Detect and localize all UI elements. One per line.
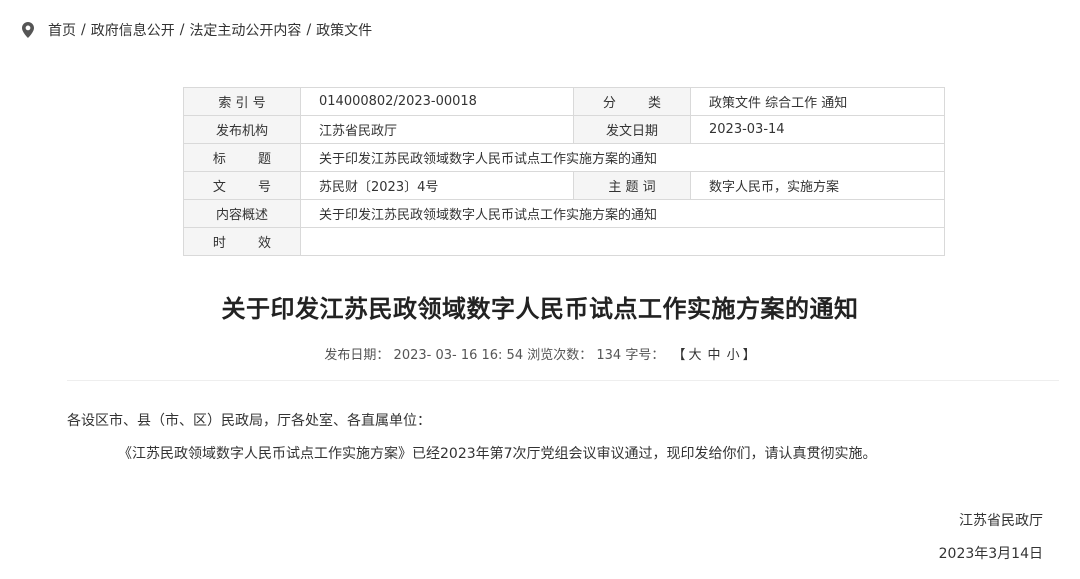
keywords-value: 数字人民币，实施方案 xyxy=(690,171,945,200)
publisher-label: 发布机构 xyxy=(183,115,301,144)
keywords-label: 主 题 词 xyxy=(573,171,691,200)
index-value: 014000802/2023-00018 xyxy=(300,87,574,116)
breadcrumb-public-content-link[interactable]: 法定主动公开内容 xyxy=(189,20,301,40)
font-size-label: 字号： xyxy=(625,348,665,363)
font-size-controls: 【大中小】 xyxy=(673,348,756,363)
publisher-value: 江苏省民政厅 xyxy=(300,115,574,144)
document-meta-table: 索 引 号 014000802/2023-00018 分 类 政策文件 综合工作… xyxy=(183,87,945,256)
validity-label: 时 效 xyxy=(183,227,301,256)
table-row: 文 号 苏民财〔2023〕4号 主 题 词 数字人民币，实施方案 xyxy=(183,171,945,200)
views-label: 浏览次数： xyxy=(527,348,593,363)
breadcrumb-separator: / xyxy=(306,22,312,38)
doc-number-label: 文 号 xyxy=(183,171,301,200)
breadcrumb-gov-info-link[interactable]: 政府信息公开 xyxy=(91,20,175,40)
font-size-small-button[interactable]: 小 xyxy=(727,348,740,363)
issue-date-label: 发文日期 xyxy=(573,115,691,144)
signature-org: 江苏省民政厅 xyxy=(959,513,1043,529)
title-value: 关于印发江苏民政领域数字人民币试点工作实施方案的通知 xyxy=(300,143,945,172)
breadcrumb: 首页 / 政府信息公开 / 法定主动公开内容 / 政策文件 xyxy=(22,19,372,41)
table-row: 标 题 关于印发江苏民政领域数字人民币试点工作实施方案的通知 xyxy=(183,143,945,172)
table-row: 时 效 xyxy=(183,227,945,256)
title-label: 标 题 xyxy=(183,143,301,172)
signature-date: 2023年3月14日 xyxy=(938,546,1043,562)
table-row: 内容概述 关于印发江苏民政领域数字人民币试点工作实施方案的通知 xyxy=(183,199,945,228)
doc-number-value: 苏民财〔2023〕4号 xyxy=(300,171,574,200)
category-value: 政策文件 综合工作 通知 xyxy=(690,87,945,116)
font-size-bracket-close: 】 xyxy=(742,348,756,363)
location-pin-icon xyxy=(22,22,34,38)
font-size-large-button[interactable]: 大 xyxy=(689,348,702,363)
article-body: 《江苏民政领域数字人民币试点工作实施方案》已经2023年第7次厅党组会议审议通过… xyxy=(118,446,877,462)
font-size-medium-button[interactable]: 中 xyxy=(708,348,721,363)
index-label: 索 引 号 xyxy=(183,87,301,116)
views-count: 134 xyxy=(596,348,622,363)
salutation: 各设区市、县（市、区）民政局，厅各处室、各直属单位： xyxy=(67,413,431,429)
breadcrumb-home-link[interactable]: 首页 xyxy=(48,20,76,40)
article-title: 关于印发江苏民政领域数字人民币试点工作实施方案的通知 xyxy=(221,295,859,323)
summary-label: 内容概述 xyxy=(183,199,301,228)
breadcrumb-separator: / xyxy=(81,22,86,38)
table-row: 发布机构 江苏省民政厅 发文日期 2023-03-14 xyxy=(183,115,945,144)
article-info: 发布日期： 2023- 03- 16 16: 54 浏览次数： 134 字号： … xyxy=(0,344,1080,363)
table-row: 索 引 号 014000802/2023-00018 分 类 政策文件 综合工作… xyxy=(183,87,945,116)
breadcrumb-separator: / xyxy=(179,22,185,38)
summary-value: 关于印发江苏民政领域数字人民币试点工作实施方案的通知 xyxy=(300,199,945,228)
publish-date-label: 发布日期： xyxy=(324,348,390,363)
category-label: 分 类 xyxy=(573,87,691,116)
issue-date-value: 2023-03-14 xyxy=(690,115,945,144)
font-size-bracket-open: 【 xyxy=(672,348,686,363)
breadcrumb-policy-docs-link[interactable]: 政策文件 xyxy=(316,20,372,40)
validity-value xyxy=(300,227,945,256)
publish-date-value: 2023- 03- 16 16: 54 xyxy=(393,348,524,363)
divider xyxy=(67,380,1059,381)
